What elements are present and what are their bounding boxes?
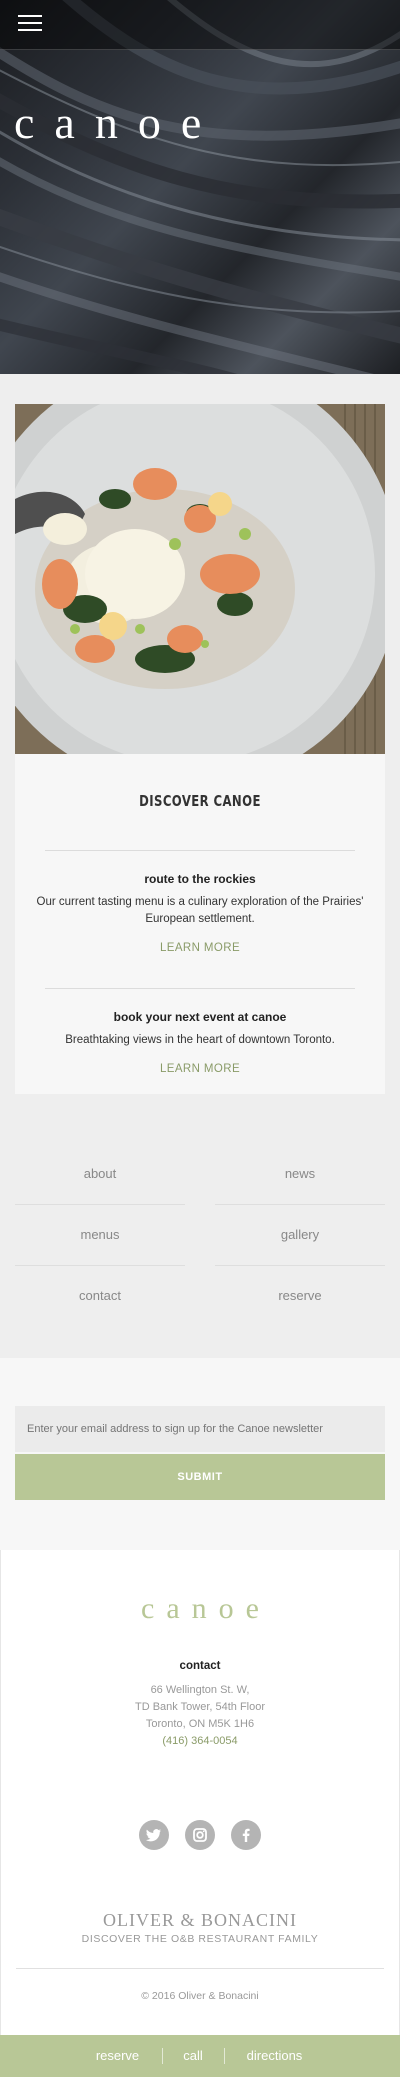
card-divider (45, 988, 355, 989)
nav-item-contact[interactable]: contact (15, 1266, 185, 1326)
contact-block: contact 66 Wellington St. W, TD Bank Tow… (1, 1660, 399, 1750)
bottom-reserve-link[interactable]: reserve (80, 2035, 155, 2077)
facebook-icon[interactable] (231, 1820, 262, 1850)
hero-banner: canoe (0, 0, 400, 374)
nav-item-about[interactable]: about (15, 1144, 185, 1204)
bottom-directions-link[interactable]: directions (232, 2035, 317, 2077)
oliver-bonacini-tagline[interactable]: DISCOVER THE O&B RESTAURANT FAMILY (1, 1933, 399, 1945)
copyright-text: © 2016 Oliver & Bonacini (141, 1990, 259, 2002)
promo-heading: book your next event at canoe (113, 1010, 287, 1024)
promo-text: Our current tasting menu is a culinary e… (36, 896, 364, 925)
footer: canoe contact 66 Wellington St. W, TD Ba… (0, 1550, 400, 2035)
bottom-bar-separator (162, 2048, 163, 2064)
address-line: TD Bank Tower, 54th Floor (134, 1701, 266, 1713)
bottom-action-bar: reserve call directions (0, 2035, 400, 2077)
top-navigation-bar (0, 0, 400, 50)
contact-heading: contact (179, 1660, 221, 1672)
oliver-bonacini-logo[interactable]: OLIVER & BONACINI (1, 1910, 399, 1931)
site-navigation-grid: about news menus gallery contact reserve (0, 1124, 400, 1358)
footer-logo[interactable]: canoe (1, 1592, 399, 1626)
footer-divider (16, 1968, 384, 1969)
hamburger-menu-icon[interactable] (18, 15, 42, 33)
address-line: Toronto, ON M5K 1H6 (145, 1718, 255, 1730)
feature-section: DISCOVER CANOE route to the rockies Our … (0, 374, 400, 1124)
promo-heading: route to the rockies (144, 872, 256, 886)
hero-background-texture (0, 0, 400, 374)
nav-item-menus[interactable]: menus (15, 1205, 185, 1265)
instagram-icon[interactable] (185, 1820, 215, 1850)
bottom-bar-separator (224, 2048, 225, 2064)
card-divider (45, 850, 355, 851)
address-line: 66 Wellington St. W, (150, 1684, 250, 1696)
promo-events: book your next event at canoe Breathtaki… (35, 1010, 365, 1077)
learn-more-link[interactable]: LEARN MORE (160, 1063, 240, 1075)
nav-item-reserve[interactable]: reserve (215, 1266, 385, 1326)
twitter-icon[interactable] (138, 1820, 169, 1850)
bottom-call-link[interactable]: call (168, 2035, 218, 2077)
nav-item-news[interactable]: news (215, 1144, 385, 1204)
newsletter-email-input[interactable] (15, 1406, 385, 1452)
featured-dish-image (15, 404, 385, 754)
hero-logo[interactable]: canoe (14, 96, 221, 149)
newsletter-section: SUBMIT (0, 1358, 400, 1550)
learn-more-link[interactable]: LEARN MORE (160, 942, 240, 954)
nav-item-gallery[interactable]: gallery (215, 1205, 385, 1265)
promo-text: Breathtaking views in the heart of downt… (65, 1034, 335, 1046)
discover-title: DISCOVER CANOE (139, 792, 261, 810)
social-links (1, 1820, 399, 1850)
promo-tasting-menu: route to the rockies Our current tasting… (35, 872, 365, 956)
phone-link[interactable]: (416) 364-0054 (1, 1733, 399, 1750)
newsletter-submit-button[interactable]: SUBMIT (15, 1454, 385, 1500)
discover-card: DISCOVER CANOE route to the rockies Our … (15, 754, 385, 1094)
